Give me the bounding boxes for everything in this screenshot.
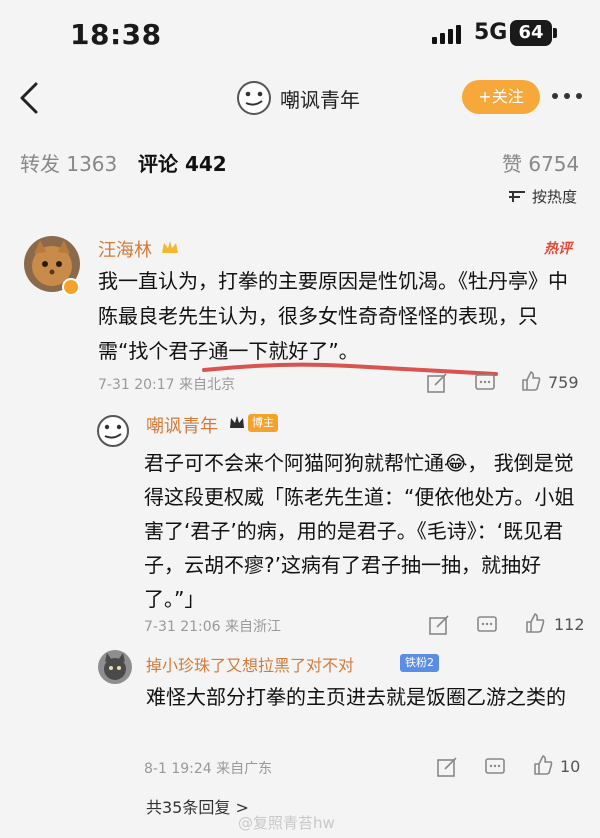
fan-crown-icon bbox=[162, 241, 178, 253]
follow-button[interactable]: +关注 bbox=[462, 80, 540, 114]
sort-toggle[interactable]: 按热度 bbox=[508, 186, 577, 207]
tab-repost[interactable]: 转发 1363 bbox=[20, 148, 117, 177]
comment-meta: 7-31 20:17 来自北京 bbox=[98, 377, 236, 393]
comment-icon[interactable] bbox=[476, 614, 498, 636]
sort-icon bbox=[509, 190, 525, 202]
like-count: 759 bbox=[548, 373, 579, 392]
network-label: 5G bbox=[474, 20, 508, 45]
share-icon[interactable] bbox=[436, 756, 458, 778]
verified-badge bbox=[62, 278, 80, 296]
page-title: 嘲讽青年 bbox=[280, 88, 360, 112]
like-icon[interactable] bbox=[532, 754, 554, 776]
status-bar: 18:38 5G 64 bbox=[0, 0, 600, 70]
signal-icon bbox=[432, 24, 461, 44]
comment-icon[interactable] bbox=[474, 372, 496, 394]
tab-comment[interactable]: 评论 442 bbox=[138, 148, 227, 177]
like-count: 10 bbox=[560, 757, 581, 776]
like-icon[interactable] bbox=[524, 612, 546, 634]
battery-icon: 64 bbox=[510, 20, 552, 46]
hot-comment-badge: 热评 bbox=[544, 241, 572, 257]
fan-crown-icon bbox=[230, 416, 244, 428]
watermark: @复照青苔hw bbox=[238, 814, 335, 832]
reply-text: 难怪大部分打拳的主页进去就是饭圈乙游之类的 bbox=[146, 685, 566, 709]
red-underline-annotation bbox=[202, 362, 498, 376]
tab-bar: 转发 1363 评论 442 赞 6754 bbox=[0, 140, 600, 184]
more-replies-link[interactable]: 共35条回复 > bbox=[146, 794, 249, 818]
avatar[interactable] bbox=[236, 80, 272, 116]
reply-meta: 8-1 19:24 来自广东 bbox=[144, 761, 273, 777]
more-icon[interactable] bbox=[552, 84, 592, 108]
battery-tip bbox=[553, 28, 557, 38]
sort-label: 按热度 bbox=[532, 188, 578, 206]
reply-meta: 7-31 21:06 来自浙江 bbox=[144, 619, 282, 635]
comment-text: 我一直认为，打拳的主要原因是性饥渴。《牡丹亭》中陈最良老先生认为，很多女性奇奇怪… bbox=[98, 269, 568, 363]
reply-author[interactable]: 掉小珍珠了又想拉黑了对不对 bbox=[146, 652, 354, 676]
author-tag: 博主 bbox=[248, 414, 278, 432]
reply-author[interactable]: 嘲讽青年 bbox=[146, 412, 218, 438]
comment-icon[interactable] bbox=[484, 756, 506, 778]
avatar[interactable] bbox=[96, 414, 130, 448]
tab-like[interactable]: 赞 6754 bbox=[502, 148, 579, 177]
like-icon[interactable] bbox=[520, 370, 542, 392]
fan-level-tag: 铁粉2 bbox=[400, 654, 439, 672]
clock: 18:38 bbox=[70, 18, 162, 51]
like-count: 112 bbox=[554, 615, 585, 634]
nav-bar: 嘲讽青年 +关注 bbox=[0, 70, 600, 128]
comment-author[interactable]: 汪海林 bbox=[98, 236, 152, 262]
avatar[interactable] bbox=[98, 650, 132, 684]
reply-text: 君子可不会来个阿猫阿狗就帮忙通😂， 我倒是觉得这段更权威「陈老先生道：“便依他处… bbox=[144, 451, 575, 611]
share-icon[interactable] bbox=[426, 372, 448, 394]
share-icon[interactable] bbox=[428, 614, 450, 636]
back-icon[interactable] bbox=[14, 80, 46, 116]
